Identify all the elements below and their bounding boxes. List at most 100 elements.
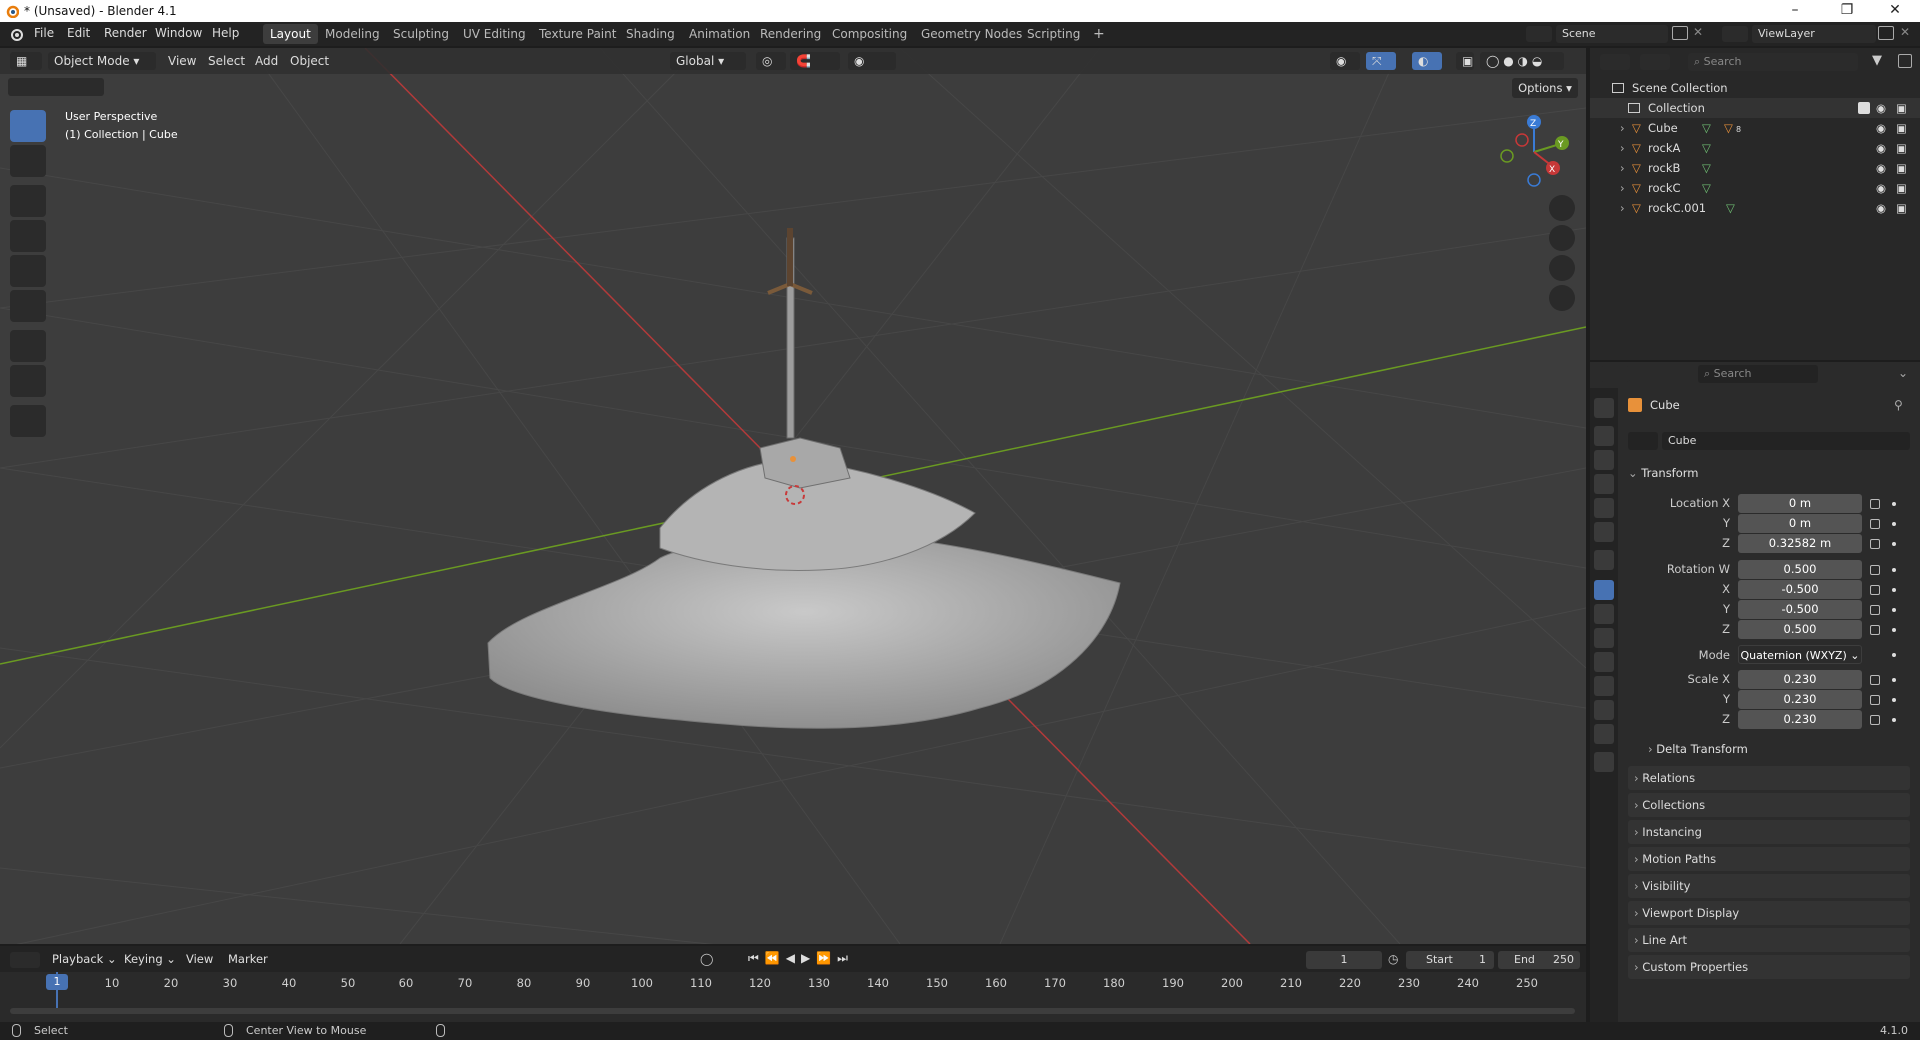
keyframe-icon[interactable] bbox=[1892, 542, 1896, 546]
transform-tool-icon[interactable] bbox=[10, 290, 46, 322]
tab-uv-editing[interactable]: UV Editing bbox=[456, 24, 533, 44]
tab-animation[interactable]: Animation bbox=[682, 24, 757, 44]
menu-render[interactable]: Render bbox=[104, 26, 147, 40]
rotation-x-field[interactable]: -0.500 bbox=[1738, 580, 1862, 599]
data-tab-icon[interactable] bbox=[1594, 700, 1614, 720]
rotation-z-field[interactable]: 0.500 bbox=[1738, 620, 1862, 639]
tab-geometry-nodes[interactable]: Geometry Nodes bbox=[914, 24, 1029, 44]
outliner-row-object[interactable]: › ▽ rockA ▽ ◉ ▣ bbox=[1590, 138, 1920, 158]
move-tool-icon[interactable] bbox=[10, 185, 46, 217]
rotation-mode-dropdown[interactable]: Quaternion (WXYZ) ⌄ bbox=[1738, 645, 1862, 664]
scale-y-field[interactable]: 0.230 bbox=[1738, 690, 1862, 709]
minimize-icon[interactable]: – bbox=[1772, 0, 1818, 22]
proportional-edit-icon[interactable]: ◉ bbox=[848, 52, 896, 70]
tab-modeling[interactable]: Modeling bbox=[318, 24, 387, 44]
snap-icon[interactable]: 🧲 bbox=[790, 52, 840, 70]
lock-icon[interactable] bbox=[1870, 605, 1880, 615]
menu-view[interactable]: View bbox=[168, 52, 196, 70]
delete-scene-icon[interactable]: ✕ bbox=[1693, 25, 1703, 39]
ortho-grid-icon[interactable] bbox=[1549, 285, 1575, 311]
menu-keying[interactable]: Keying ⌄ bbox=[124, 952, 176, 966]
tab-layout[interactable]: Layout bbox=[263, 24, 318, 44]
camera-icon[interactable]: ▣ bbox=[1896, 198, 1907, 218]
outliner-row-object[interactable]: › ▽ rockB ▽ ◉ ▣ bbox=[1590, 158, 1920, 178]
outliner-row-collection[interactable]: Collection ◉ ▣ bbox=[1590, 98, 1920, 118]
location-z-field[interactable]: 0.32582 m bbox=[1738, 534, 1862, 553]
outliner-search-input[interactable]: ⌕ Search bbox=[1688, 53, 1858, 71]
current-frame-field[interactable]: 1 bbox=[1306, 951, 1382, 969]
delete-view-layer-icon[interactable]: ✕ bbox=[1900, 25, 1910, 39]
collection-checkbox[interactable] bbox=[1858, 102, 1870, 114]
menu-help[interactable]: Help bbox=[212, 26, 239, 40]
tab-shading[interactable]: Shading bbox=[619, 24, 682, 44]
scale-tool-icon[interactable] bbox=[10, 255, 46, 287]
pan-hand-icon[interactable] bbox=[1549, 225, 1575, 251]
menu-marker[interactable]: Marker bbox=[228, 952, 268, 966]
measure-tool-icon[interactable] bbox=[10, 365, 46, 397]
eye-icon[interactable]: ◉ bbox=[1876, 178, 1886, 198]
cursor-tool-icon[interactable] bbox=[10, 145, 46, 177]
timeline-editor-icon[interactable] bbox=[10, 952, 40, 968]
new-collection-icon[interactable] bbox=[1898, 54, 1912, 68]
transform-panel-header[interactable]: ⌄ Transform bbox=[1628, 462, 1910, 484]
playhead-frame-badge[interactable]: 1 bbox=[46, 974, 68, 990]
panel-custom-properties[interactable]: › Custom Properties bbox=[1628, 955, 1910, 979]
view-layer-type-icon[interactable] bbox=[1722, 26, 1748, 42]
display-mode-icon[interactable] bbox=[1640, 54, 1670, 70]
outliner-row-object[interactable]: › ▽ rockC ▽ ◉ ▣ bbox=[1590, 178, 1920, 198]
lock-icon[interactable] bbox=[1870, 695, 1880, 705]
overlay-toggle-icon[interactable]: ◐ bbox=[1412, 52, 1442, 70]
mode-dropdown[interactable]: Object Mode ▾ bbox=[48, 52, 156, 70]
chevron-down-icon[interactable]: ⌄ bbox=[1898, 366, 1908, 380]
eye-icon[interactable]: ◉ bbox=[1876, 158, 1886, 178]
camera-icon[interactable]: ▣ bbox=[1896, 98, 1907, 118]
panel-collections[interactable]: › Collections bbox=[1628, 793, 1910, 817]
location-x-field[interactable]: 0 m bbox=[1738, 494, 1862, 513]
auto-keying-icon[interactable]: ◯ bbox=[700, 952, 713, 966]
start-frame-field[interactable]: Start 1 bbox=[1406, 951, 1494, 969]
pin-icon[interactable]: ⚲ bbox=[1894, 398, 1903, 412]
eye-icon[interactable]: ◉ bbox=[1876, 198, 1886, 218]
modifier-tab-icon[interactable] bbox=[1594, 604, 1614, 624]
keyframe-icon[interactable] bbox=[1892, 678, 1896, 682]
expand-chevron-icon[interactable]: › bbox=[1620, 178, 1625, 198]
world-tab-icon[interactable] bbox=[1594, 522, 1614, 542]
expand-chevron-icon[interactable]: › bbox=[1620, 138, 1625, 158]
keyframe-icon[interactable] bbox=[1892, 588, 1896, 592]
visibility-filter-icon[interactable]: ◉ bbox=[1330, 52, 1360, 70]
menu-add[interactable]: Add bbox=[255, 52, 278, 70]
filter-icon[interactable]: ▼ bbox=[1872, 53, 1882, 68]
options-button[interactable]: Options ▾ bbox=[1512, 78, 1578, 98]
new-scene-icon[interactable] bbox=[1672, 26, 1688, 40]
object-tab-icon[interactable] bbox=[1594, 580, 1614, 600]
end-frame-field[interactable]: End 250 bbox=[1498, 951, 1580, 969]
xray-icon[interactable]: ▣ bbox=[1456, 52, 1474, 70]
lock-icon[interactable] bbox=[1870, 519, 1880, 529]
shading-modes-icon[interactable]: ◯ ● ◑ ◒ bbox=[1480, 52, 1564, 70]
keyframe-icon[interactable] bbox=[1892, 628, 1896, 632]
restore-icon[interactable]: ❐ bbox=[1824, 0, 1870, 22]
location-y-field[interactable]: 0 m bbox=[1738, 514, 1862, 533]
panel-motion-paths[interactable]: › Motion Paths bbox=[1628, 847, 1910, 871]
lock-icon[interactable] bbox=[1870, 499, 1880, 509]
material-tab-icon[interactable] bbox=[1594, 724, 1614, 744]
keyframe-icon[interactable] bbox=[1892, 698, 1896, 702]
menu-edit[interactable]: Edit bbox=[67, 26, 90, 40]
annotate-tool-icon[interactable] bbox=[10, 330, 46, 362]
add-cube-tool-icon[interactable] bbox=[10, 405, 46, 437]
blender-menu-icon[interactable] bbox=[9, 27, 23, 41]
view-layer-field[interactable]: ViewLayer bbox=[1752, 25, 1876, 43]
panel-viewport-display[interactable]: › Viewport Display bbox=[1628, 901, 1910, 925]
keyframe-icon[interactable] bbox=[1892, 653, 1896, 657]
new-view-layer-icon[interactable] bbox=[1878, 26, 1894, 40]
rotate-tool-icon[interactable] bbox=[10, 220, 46, 252]
physics-tab-icon[interactable] bbox=[1594, 652, 1614, 672]
lock-icon[interactable] bbox=[1870, 539, 1880, 549]
panel-relations[interactable]: › Relations bbox=[1628, 766, 1910, 790]
expand-chevron-icon[interactable]: › bbox=[1620, 118, 1625, 138]
lock-icon[interactable] bbox=[1870, 715, 1880, 725]
panel-instancing[interactable]: › Instancing bbox=[1628, 820, 1910, 844]
menu-playback[interactable]: Playback ⌄ bbox=[52, 952, 117, 966]
outliner-row-object[interactable]: › ▽ rockC.001 ▽ ◉ ▣ bbox=[1590, 198, 1920, 218]
keyframe-icon[interactable] bbox=[1892, 502, 1896, 506]
